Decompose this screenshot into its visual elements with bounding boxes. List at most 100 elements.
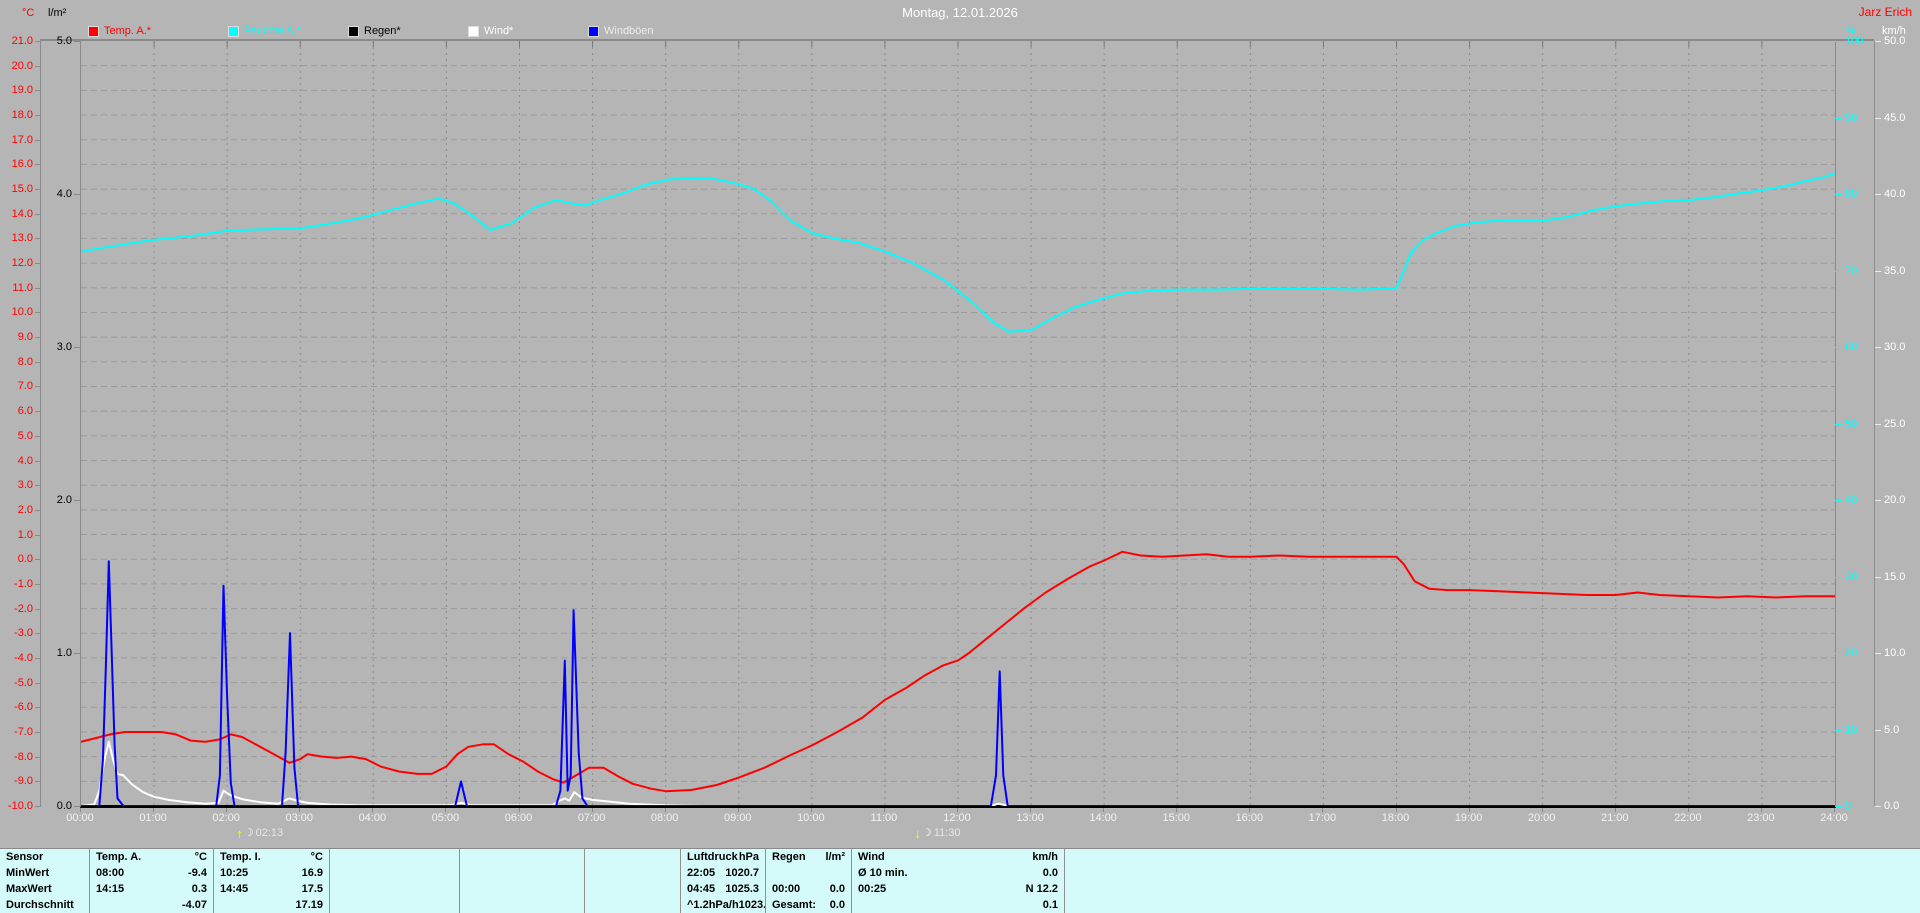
temp-tick xyxy=(35,756,41,758)
cell-value: 17.19 xyxy=(295,899,323,911)
cell-time: 14:15 xyxy=(96,883,125,895)
temp-tick-label: 12.0 xyxy=(11,257,33,270)
time-tick xyxy=(1541,808,1543,812)
legend-label: Wind* xyxy=(484,25,514,37)
wind-tick xyxy=(1875,806,1881,807)
temp-tick xyxy=(35,337,41,339)
legend-label: Temp. A.* xyxy=(104,25,152,37)
cell-value: °C xyxy=(194,851,207,863)
table-header-cell: Luftdruck hPa xyxy=(681,849,766,865)
temp-tick xyxy=(35,657,41,659)
humidity-tick-label: 80 xyxy=(1845,188,1858,200)
wind-tick-label: 5.0 xyxy=(1884,723,1900,736)
cell-time: 08:00 xyxy=(96,867,125,879)
legend-item-5: Windböen xyxy=(588,25,654,37)
legend-swatch-icon xyxy=(588,25,599,37)
cell-value: 0.0 xyxy=(829,883,845,895)
wind-tick-label: 15.0 xyxy=(1884,570,1906,583)
table-header-cell: Regen l/m² xyxy=(766,849,852,865)
table-value-cell xyxy=(330,897,460,913)
time-tick xyxy=(1322,808,1324,812)
temp-tick xyxy=(35,238,41,240)
temp-tick xyxy=(35,361,41,363)
table-header-cell: Temp. A. °C xyxy=(90,849,214,865)
time-tick-label: 20:00 xyxy=(1527,812,1556,824)
temp-tick xyxy=(35,263,41,265)
temp-tick xyxy=(35,386,41,388)
table-value-cell: 04:45 1025.3 xyxy=(681,881,766,897)
legend-item-2: Feuchte A.* xyxy=(228,25,301,37)
time-tick-label: 01:00 xyxy=(139,812,167,824)
table-value-cell: 10:25 16.9 xyxy=(214,865,330,881)
cell-value: 0.0 xyxy=(829,899,845,911)
temp-tick xyxy=(35,682,41,684)
humidity-tick xyxy=(1835,806,1842,807)
time-tick xyxy=(1176,808,1178,812)
table-value-cell xyxy=(460,881,585,897)
time-tick-label: 09:00 xyxy=(723,812,752,824)
temp-tick-label: -7.0 xyxy=(14,725,33,738)
wind-tick-label: 35.0 xyxy=(1884,264,1906,277)
marker-time: 02:13 xyxy=(255,827,284,839)
time-tick xyxy=(299,808,301,812)
table-row-label: MaxWert xyxy=(0,881,90,897)
cell-time: Temp. A. xyxy=(96,851,142,863)
table-row-label: Durchschnitt xyxy=(0,897,90,913)
temp-tick xyxy=(35,65,41,67)
table-value-cell: 00:00 0.0 xyxy=(766,881,852,897)
cell-value: °C xyxy=(310,851,323,863)
time-tick xyxy=(1103,808,1105,812)
humidity-tick-label: 60 xyxy=(1845,341,1858,353)
time-tick xyxy=(591,808,593,812)
table-value-cell: 14:45 17.5 xyxy=(214,881,330,897)
page-title: Montag, 12.01.2026 xyxy=(902,5,1018,20)
humidity-tick-label: 90 xyxy=(1845,111,1858,124)
time-tick xyxy=(226,808,228,812)
humidity-tick-label: 0 xyxy=(1845,800,1852,812)
temp-tick-label: 0.0 xyxy=(17,553,33,566)
table-value-cell: 22:05 1020.7 xyxy=(681,865,766,881)
legend-label: Windböen xyxy=(604,25,654,37)
time-tick xyxy=(1395,808,1397,812)
wind-tick-label: 20.0 xyxy=(1884,494,1906,506)
arrow-up-icon: ↑ xyxy=(236,825,243,841)
wind-tick-label: 25.0 xyxy=(1884,417,1906,430)
temp-tick-label: 19.0 xyxy=(11,84,33,97)
cell-value: hPa xyxy=(738,851,759,863)
cell-time: 22:05 xyxy=(687,867,716,879)
temp-tick-label: 9.0 xyxy=(17,331,33,344)
humidity-tick-label: 20 xyxy=(1845,647,1858,659)
time-tick-label: 05:00 xyxy=(431,812,460,824)
time-tick-label: 06:00 xyxy=(504,812,533,824)
wind-tick xyxy=(1875,653,1881,654)
table-header-cell xyxy=(460,849,585,865)
temp-tick-label: -9.0 xyxy=(14,775,33,788)
cell-time: Temp. I. xyxy=(220,851,261,863)
temp-tick xyxy=(35,164,41,166)
humidity-tick xyxy=(1835,729,1842,731)
table-value-cell xyxy=(460,865,585,881)
temp-tick-label: 10.0 xyxy=(11,306,33,319)
cell-value: 16.9 xyxy=(301,867,323,879)
temp-tick-label: -2.0 xyxy=(14,602,33,615)
cell-value: N 12.2 xyxy=(1025,883,1058,895)
temp-tick xyxy=(35,460,41,462)
humidity-tick-label: 70 xyxy=(1845,264,1858,277)
temp-tick-label: -5.0 xyxy=(14,676,33,689)
temp-tick-label: 16.0 xyxy=(11,158,33,171)
temp-tick xyxy=(35,806,41,807)
humidity-tick xyxy=(1835,41,1842,42)
humidity-tick xyxy=(1835,500,1842,501)
temp-tick-label: 6.0 xyxy=(17,405,33,418)
legend-swatch-icon xyxy=(88,25,99,37)
wind-tick xyxy=(1875,270,1881,272)
temp-tick-label: 17.0 xyxy=(11,133,33,146)
time-tick xyxy=(737,808,739,812)
temp-tick-label: 2.0 xyxy=(17,503,33,516)
wind-tick xyxy=(1875,500,1881,501)
cell-value: 1023.0 xyxy=(738,899,766,911)
time-tick-label: 24:00 xyxy=(1820,812,1848,824)
moon-set-marker: ↓ ☽ 11:30 xyxy=(914,826,960,840)
temp-tick xyxy=(35,633,41,635)
time-tick xyxy=(883,808,885,812)
